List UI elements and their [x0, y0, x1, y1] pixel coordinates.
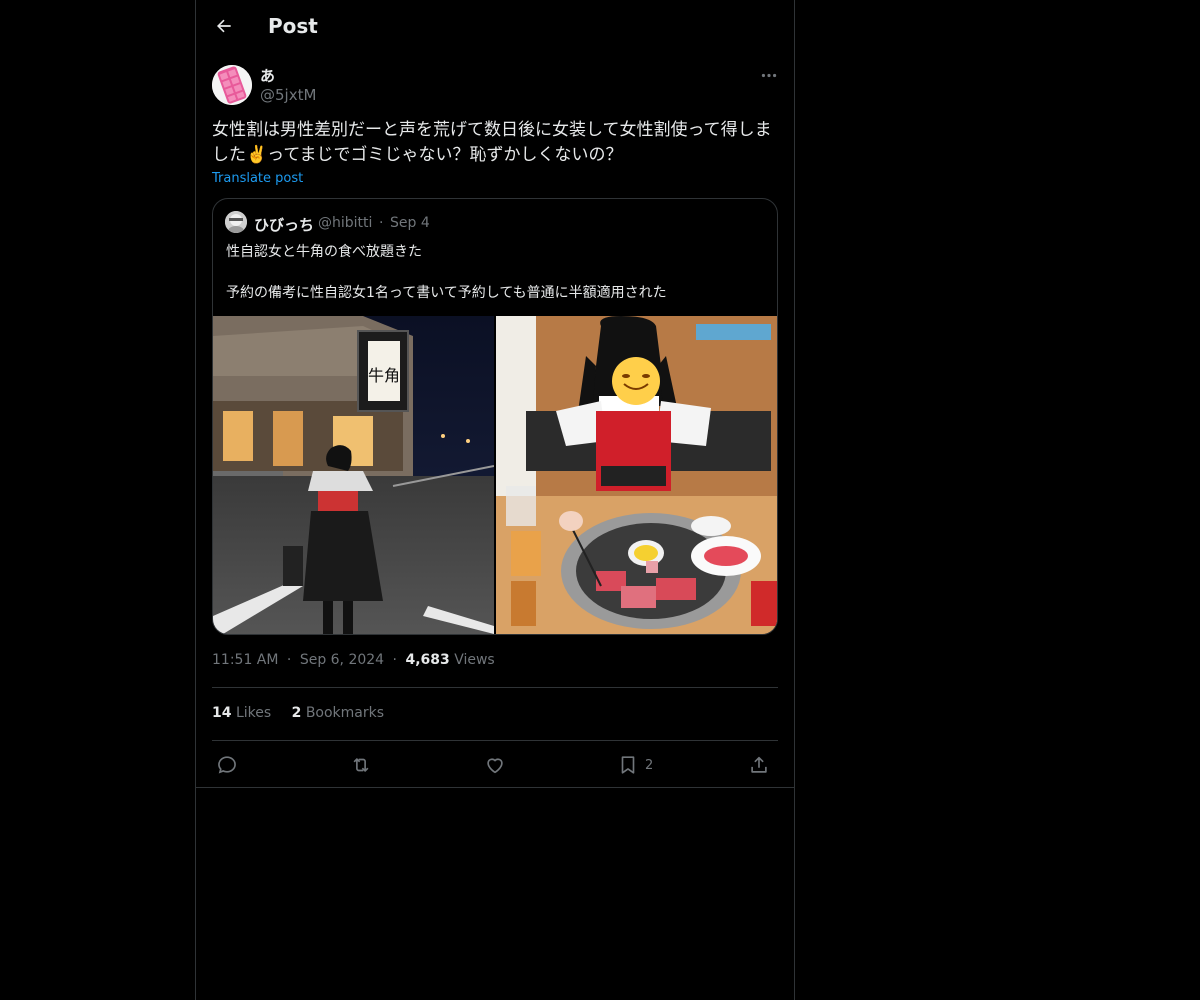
- post-time[interactable]: 11:51 AM: [212, 652, 278, 668]
- views-count: 4,683: [405, 652, 450, 668]
- quote-date: Sep 4: [390, 215, 430, 231]
- views-label: Views: [454, 652, 495, 668]
- reply-button[interactable]: [216, 752, 238, 778]
- bookmark-action-count: 2: [645, 757, 654, 773]
- quote-photo-restaurant-exterior[interactable]: 牛角: [213, 316, 494, 634]
- translate-post-link[interactable]: Translate post: [212, 171, 303, 186]
- restaurant-exterior-image: 牛角: [213, 316, 494, 634]
- quote-avatar-image: [225, 211, 247, 233]
- quote-author-avatar[interactable]: [225, 211, 247, 233]
- meta-separator: ·: [286, 652, 292, 668]
- quote-separator: ·: [379, 215, 384, 231]
- author-display-name[interactable]: あ: [260, 65, 275, 86]
- post-metadata: 11:51 AM · Sep 6, 2024 · 4,683 Views: [212, 652, 495, 668]
- post-text: 女性割は男性差別だーと声を荒げて数日後に女装して女性割使って得しました✌️ってま…: [212, 120, 772, 165]
- bookmarks-label: Bookmarks: [305, 705, 385, 721]
- repost-icon: [353, 758, 369, 772]
- more-options-button[interactable]: [754, 64, 784, 86]
- action-bar: 2: [212, 752, 778, 778]
- author-handle[interactable]: @5jxtM: [260, 86, 316, 104]
- quote-author-name: ひびっち: [254, 216, 315, 234]
- more-icon: [761, 73, 777, 77]
- page-title: Post: [268, 14, 318, 38]
- quote-photo-yakiniku-table[interactable]: [496, 316, 777, 634]
- divider: [212, 740, 778, 741]
- bookmark-icon: [621, 756, 635, 774]
- quote-media: 牛角: [213, 316, 777, 634]
- like-icon: [487, 758, 503, 774]
- quote-text-line-2: 予約の備考に性自認女1名って書いて予約しても普通に半額適用された: [226, 285, 667, 301]
- post-date[interactable]: Sep 6, 2024: [300, 652, 384, 668]
- reply-icon: [218, 756, 236, 774]
- share-icon: [751, 756, 767, 773]
- like-button[interactable]: [484, 752, 506, 778]
- quoted-post[interactable]: ひびっち @hibitti · Sep 4 性自認女と牛角の食べ放題きた 予約の…: [212, 198, 778, 635]
- bookmark-button[interactable]: 2: [617, 752, 653, 778]
- author-avatar[interactable]: [212, 65, 252, 105]
- engagement-stats: 14 Likes 2 Bookmarks: [212, 705, 384, 721]
- divider: [212, 687, 778, 688]
- bookmarks-stat[interactable]: 2 Bookmarks: [292, 705, 384, 721]
- header: Post: [196, 0, 794, 53]
- likes-label: Likes: [235, 705, 272, 721]
- bookmarks-count: 2: [291, 705, 302, 721]
- repost-button[interactable]: [350, 752, 372, 778]
- share-button[interactable]: [748, 752, 770, 778]
- avatar-image: [212, 65, 252, 105]
- likes-stat[interactable]: 14 Likes: [212, 705, 276, 721]
- post-column: Post あ @5jxtM 女性割は男性差別だーと声を荒げて数日後に女装して女性…: [195, 0, 795, 1000]
- likes-count: 14: [212, 705, 232, 721]
- quote-author-handle: @hibitti: [318, 215, 373, 231]
- quote-text-line-1: 性自認女と牛角の食べ放題きた: [226, 244, 422, 260]
- meta-separator-2: ·: [392, 652, 397, 668]
- yakiniku-table-image: [496, 316, 777, 634]
- restaurant-sign-text: 牛角: [368, 366, 400, 385]
- back-arrow-icon: [217, 19, 231, 33]
- post-bottom-border: [196, 787, 794, 788]
- back-button[interactable]: [210, 12, 238, 40]
